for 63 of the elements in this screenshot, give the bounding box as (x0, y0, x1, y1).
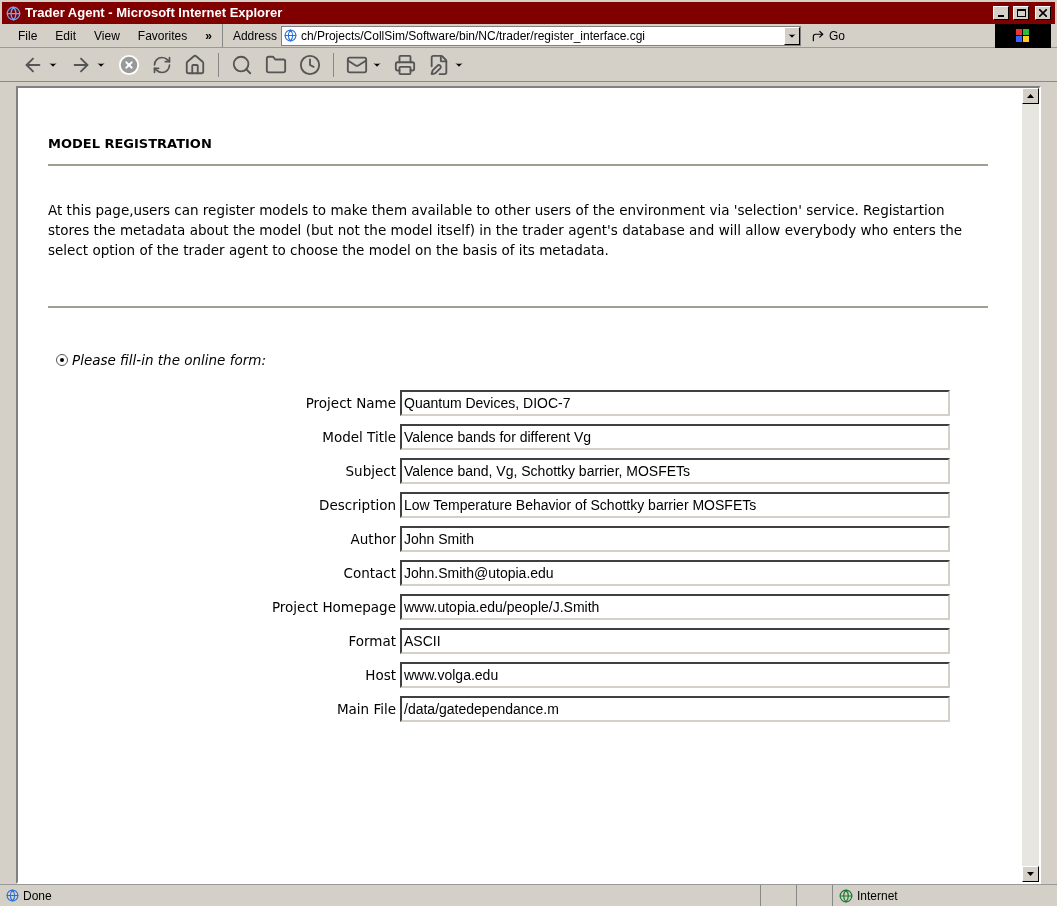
intro-paragraph: At this page,users can register models to make them available to other users of the environment via 'selection' service. Registartion stores the metadata about the model (but not the model itself) in the trader agent's database and will allow everybody who enters the select option of the trader agent to choose the model on the basis of its metadata. (48, 200, 964, 260)
field-label: Subject (344, 461, 397, 481)
clock-icon (299, 53, 321, 76)
text-field[interactable]: www.volga.edu (400, 661, 950, 688)
text-field[interactable]: Valence bands for different Vg (400, 423, 950, 450)
close-button[interactable] (1035, 6, 1051, 20)
down-arrow-icon (1027, 872, 1034, 876)
text-field[interactable]: /data/gatedependance.m (400, 695, 950, 722)
field-label: Description (318, 495, 397, 515)
search-button[interactable] (231, 53, 253, 76)
minimize-button[interactable] (993, 6, 1009, 20)
address-field[interactable]: ch/Projects/CollSim/Software/bin/NC/trader/register_interface.cgi (280, 25, 801, 46)
text-field[interactable]: Valence band, Vg, Schottky barrier, MOSFETs (400, 457, 950, 484)
address-label: Address (232, 27, 277, 45)
go-arrow-icon (810, 28, 825, 43)
menu-overflow-button[interactable]: » (205, 26, 212, 45)
status-text: Done (23, 887, 52, 905)
page-icon (6, 889, 19, 902)
maximize-button[interactable] (1013, 6, 1029, 20)
flag-icon (1016, 28, 1030, 43)
field-label: Main File (335, 699, 397, 719)
print-button[interactable] (394, 53, 416, 76)
text-field[interactable]: ASCII (400, 627, 950, 654)
text-field[interactable]: Quantum Devices, DIOC-7 (400, 389, 950, 416)
text-field[interactable]: Low Temperature Behavior of Schottky barrier MOSFETs (400, 491, 950, 518)
field-label: Project Name (304, 393, 397, 413)
home-button[interactable] (184, 53, 206, 76)
field-label: Format (347, 631, 397, 651)
stop-button[interactable] (118, 53, 140, 76)
edit-icon (428, 53, 450, 76)
field-label: Project Homepage (270, 597, 397, 617)
option-label: Please fill-in the online form: (72, 350, 266, 370)
menu-item[interactable]: Favorites (137, 26, 188, 45)
edit-button[interactable] (428, 53, 450, 76)
field-label: Author (349, 529, 397, 549)
printer-icon (394, 53, 416, 76)
text-field[interactable]: www.utopia.edu/people/J.Smith (400, 593, 950, 620)
menu-item[interactable]: View (94, 26, 120, 45)
globe-icon (839, 888, 853, 903)
field-label: Model Title (321, 427, 397, 447)
page-heading: MODEL REGISTRATION (48, 135, 213, 153)
text-field[interactable]: John Smith (400, 525, 950, 552)
stop-icon (118, 53, 140, 76)
go-button[interactable]: Go (810, 26, 845, 45)
dropdown-button[interactable] (783, 26, 800, 45)
browser-icon (6, 5, 21, 21)
window-title: Trader Agent - Microsoft Internet Explorer (25, 4, 284, 23)
folder-icon (265, 53, 287, 76)
page-icon (283, 29, 297, 42)
field-label: Contact (342, 563, 397, 583)
home-icon (184, 53, 206, 76)
menu-item[interactable]: File (18, 26, 38, 45)
menu-item[interactable]: Edit (55, 26, 77, 45)
text-field[interactable]: John.Smith@utopia.edu (400, 559, 950, 586)
close-icon (1039, 9, 1047, 17)
favorites-button[interactable] (265, 53, 287, 76)
refresh-button[interactable] (152, 54, 172, 75)
field-label: Host (364, 665, 397, 685)
up-arrow-icon (1027, 94, 1034, 98)
search-icon (231, 53, 253, 76)
history-button[interactable] (299, 53, 321, 76)
refresh-icon (152, 54, 172, 75)
zone-text: Internet (857, 887, 898, 905)
